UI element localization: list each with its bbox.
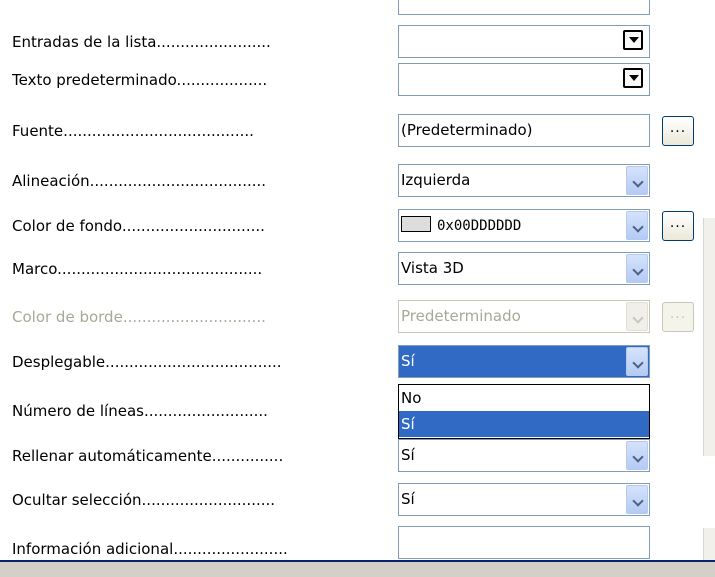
chevron-down-icon[interactable] [626,211,648,240]
chevron-down-icon[interactable] [626,166,648,195]
property-label: Desplegable.............................… [12,353,282,371]
border-color-ellipsis-button: ... [662,302,694,332]
property-label: Información adicional...................… [12,540,288,558]
chevron-down-icon[interactable] [626,254,648,283]
dropdown-option-si[interactable]: Sí [399,411,649,437]
property-row-fuente: Fuente..................................… [0,112,715,150]
property-row-rellenar: Rellenar automáticamente............... … [0,437,715,475]
alignment-combo[interactable]: Izquierda [398,164,650,197]
chevron-down-icon[interactable] [626,441,648,470]
additional-info-field[interactable] [398,526,650,559]
chevron-down-icon [626,302,648,331]
dropdown-option-no[interactable]: No [399,385,649,411]
property-row-desplegable: Desplegable.............................… [0,343,715,381]
property-row-info-adicional: Información adicional...................… [0,526,715,560]
list-entries-field[interactable] [398,25,650,58]
property-label: Fuente..................................… [12,122,254,140]
default-text-field[interactable] [398,63,650,96]
chevron-down-icon[interactable] [626,347,648,376]
scrollbar-bottom-edge[interactable] [703,528,715,560]
property-row-ocultar: Ocultar selección.......................… [0,481,715,519]
property-row-entradas: Entradas de la lista....................… [0,23,715,61]
background-color-combo[interactable]: 0x00DDDDDD [398,209,650,242]
property-label: Ocultar selección.......................… [12,491,276,509]
property-label: Color de fondo..........................… [12,217,265,235]
property-label: Rellenar automáticamente............... [12,447,284,465]
background-color-ellipsis-button[interactable]: ... [662,211,694,241]
color-swatch [401,216,431,232]
dropdown-combo[interactable]: Sí [398,345,650,378]
property-row-color-borde: Color de borde..........................… [0,298,715,336]
property-row-texto: Texto predeterminado................... [0,61,715,99]
border-style-combo[interactable]: Vista 3D [398,252,650,285]
dropdown-options-list: No Sí [398,384,650,439]
property-row-marco: Marco...................................… [0,250,715,288]
property-label: Entradas de la lista....................… [12,33,271,51]
property-row-color-fondo: Color de fondo..........................… [0,207,715,245]
font-field[interactable]: (Predeterminado) [398,114,650,147]
previous-field-partial[interactable] [398,0,650,15]
property-label: Alineación..............................… [12,172,267,190]
border-color-combo: Predeterminado [398,300,650,333]
font-ellipsis-button[interactable]: ... [662,116,694,146]
property-label: Color de borde..........................… [12,308,266,326]
list-open-icon[interactable] [623,68,643,88]
hide-selection-combo[interactable]: Sí [398,483,650,516]
window-bottom-border [0,560,715,577]
property-label: Marco...................................… [12,260,263,278]
chevron-down-icon[interactable] [626,485,648,514]
list-open-icon[interactable] [623,30,643,50]
autofill-combo[interactable]: Sí [398,439,650,472]
property-row-alineacion: Alineación..............................… [0,162,715,200]
property-label: Número de líneas........................… [12,402,268,420]
property-label: Texto predeterminado................... [12,71,268,89]
properties-panel: Entradas de la lista....................… [0,0,715,560]
vertical-scrollbar[interactable] [703,218,715,456]
